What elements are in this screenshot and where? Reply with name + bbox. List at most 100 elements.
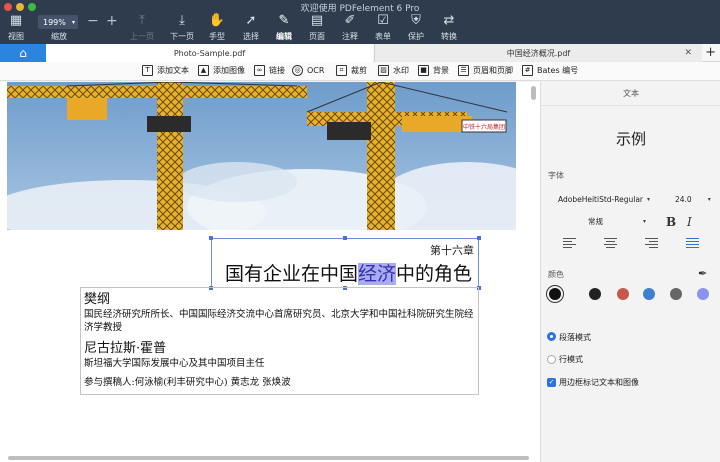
bold-button[interactable]: B (666, 215, 676, 229)
align-left-button[interactable] (563, 238, 576, 250)
edit-tab-button[interactable]: ✎ 编辑 (276, 13, 292, 42)
font-size-select[interactable]: 24.0 ▾ (675, 195, 711, 204)
add-image-button[interactable]: ▲ 添加图像 (198, 65, 245, 76)
crop-button[interactable]: ⌗ 裁剪 (336, 65, 367, 76)
color-swatch[interactable] (697, 288, 709, 300)
horizontal-scrollbar[interactable] (8, 456, 529, 460)
watermark-button[interactable]: ▨ 水印 (378, 65, 409, 76)
ocr-button[interactable]: ◎ OCR (292, 65, 324, 76)
link-button[interactable]: ∞ 链接 (254, 65, 285, 76)
body-text-block[interactable]: 樊纲 国民经济研究所所长、中国国际经济交流中心首席研究员、北京大学和中国社科院研… (80, 287, 479, 395)
next-page-button[interactable]: ⤓ 下一页 (170, 13, 194, 42)
bates-button[interactable]: # Bates 编号 (522, 65, 578, 76)
home-tab[interactable]: ⌂ (0, 44, 46, 62)
color-swatch[interactable] (589, 288, 601, 300)
view-button[interactable]: ▦ 视图 (8, 13, 24, 42)
line-mode-label[interactable]: 行模式 (559, 354, 583, 365)
bates-icon: # (522, 65, 533, 76)
form-icon: ☑ (377, 13, 389, 28)
image-icon: ▲ (198, 65, 209, 76)
contributors-line[interactable]: 参与撰稿人:何泳榆(利丰研究中心) 黄志龙 张焕波 (84, 376, 475, 389)
color-swatch[interactable] (643, 288, 655, 300)
eyedropper-icon[interactable]: ✒ (698, 267, 707, 280)
heading-text-block[interactable]: 第十六章 国有企业在中国经济中的角色 (209, 236, 481, 290)
header-footer-icon: ☰ (458, 65, 469, 76)
border-mark-checkbox[interactable]: ✓ (547, 378, 556, 387)
line-mode-radio[interactable] (547, 355, 556, 364)
ocr-icon: ◎ (292, 65, 303, 76)
chevron-down-icon: ▾ (71, 18, 75, 26)
selected-text[interactable]: 经济 (357, 263, 396, 285)
home-icon: ⌂ (19, 46, 27, 60)
edit-toolbar: T 添加文本 ▲ 添加图像 ∞ 链接 ◎ OCR ⌗ 裁剪 ▨ 水印 ■ 背景 … (0, 62, 720, 81)
color-swatch[interactable] (617, 288, 629, 300)
font-style-select[interactable]: 常规 ▾ (588, 216, 646, 227)
protect-tab-button[interactable]: ⛨ 保护 (408, 13, 424, 42)
header-footer-button[interactable]: ☰ 页眉和页脚 (458, 65, 513, 76)
align-justify-button[interactable] (686, 238, 699, 250)
crop-icon: ⌗ (336, 65, 347, 76)
cursor-icon: ➚ (245, 13, 257, 28)
edit-icon: ✎ (278, 13, 290, 28)
crane-photo-image: 中铁十六局集团 (7, 82, 516, 230)
zoom-select[interactable]: 199% ▾ (38, 15, 78, 29)
chapter-title[interactable]: 国有企业在中国经济中的角色 (225, 259, 472, 286)
border-mark-label[interactable]: 用边框标记文本和图像 (559, 377, 639, 388)
view-icon: ▦ (9, 13, 23, 28)
resize-handle[interactable] (343, 236, 347, 240)
chevron-down-icon: ▾ (643, 218, 647, 225)
font-section-label: 字体 (548, 171, 564, 180)
tab-china-economy[interactable]: 中国经济概况.pdf ✕ (374, 44, 702, 62)
form-tab-button[interactable]: ☑ 表单 (375, 13, 391, 42)
align-center-button[interactable] (604, 238, 617, 250)
paragraph-mode-radio[interactable] (547, 332, 556, 341)
zoom-out-button[interactable]: − (87, 13, 99, 29)
resize-handle[interactable] (209, 236, 213, 240)
convert-tab-button[interactable]: ⇄ 转换 (441, 13, 457, 42)
page-icon: ▤ (310, 13, 324, 28)
font-preview: 示例 (615, 130, 646, 148)
zoom-label: 缩放 (51, 32, 67, 41)
text-icon: T (142, 65, 153, 76)
align-right-button[interactable] (645, 238, 658, 250)
comment-tab-button[interactable]: ✐ 注释 (342, 13, 358, 42)
prev-page-icon: ⤒ (139, 13, 145, 28)
document-canvas[interactable]: 中铁十六局集团 第十六章 国有企业在中国经济中的角色 樊纲 国民经济研究所所长、… (0, 82, 540, 462)
prev-page-button[interactable]: ⤒ 上一页 (130, 13, 154, 42)
link-icon: ∞ (254, 65, 265, 76)
document-tab-bar: ⌂ Photo-Sample.pdf 中国经济概况.pdf ✕ + (0, 44, 720, 62)
author-name[interactable]: 樊纲 (84, 291, 475, 308)
add-tab-button[interactable]: + (705, 44, 716, 62)
color-swatch[interactable] (670, 288, 682, 300)
page-tab-button[interactable]: ▤ 页面 (309, 13, 325, 42)
tab-photo-sample[interactable]: Photo-Sample.pdf (46, 44, 373, 62)
chevron-down-icon: ▾ (647, 196, 651, 203)
vertical-scrollbar[interactable] (531, 86, 536, 100)
background-button[interactable]: ■ 背景 (418, 65, 449, 76)
next-page-icon: ⤓ (179, 13, 185, 28)
hand-icon: ✋ (208, 13, 226, 28)
crane-sign-text: 中铁十六局集团 (463, 123, 505, 131)
shield-icon: ⛨ (411, 13, 421, 28)
close-icon[interactable]: ✕ (684, 48, 692, 58)
author-description[interactable]: 斯坦福大学国际发展中心及其中国项目主任 (84, 357, 475, 370)
chevron-down-icon: ▾ (707, 196, 711, 203)
add-text-button[interactable]: T 添加文本 (142, 65, 189, 76)
hand-tool-button[interactable]: ✋ 手型 (209, 13, 225, 42)
font-family-select[interactable]: AdobeHeitiStd-Regular ▾ (558, 195, 650, 204)
panel-title: 文本 (623, 89, 639, 98)
author-name[interactable]: 尼古拉斯·霍普 (84, 340, 475, 357)
crane-photo[interactable]: 中铁十六局集团 (7, 82, 516, 230)
convert-icon: ⇄ (443, 13, 455, 28)
author-description[interactable]: 国民经济研究所所长、中国国际经济交流中心首席研究员、北京大学和中国社科院研究生院… (84, 308, 475, 334)
select-tool-button[interactable]: ➚ 选择 (243, 13, 259, 42)
comment-icon: ✐ (344, 13, 356, 28)
background-icon: ■ (418, 65, 429, 76)
chapter-label[interactable]: 第十六章 (430, 242, 474, 258)
zoom-in-button[interactable]: + (106, 13, 118, 29)
resize-handle[interactable] (477, 236, 481, 240)
italic-button[interactable]: I (687, 215, 692, 229)
color-swatch[interactable] (549, 288, 561, 300)
color-section-label: 颜色 (548, 270, 564, 279)
paragraph-mode-label[interactable]: 段落模式 (559, 332, 591, 343)
